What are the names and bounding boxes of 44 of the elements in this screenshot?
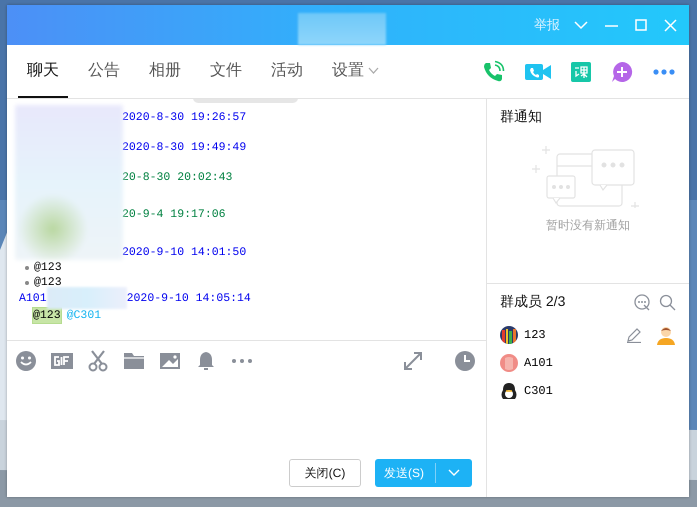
message-timestamp: 2020-9-10 14:05:14: [126, 290, 251, 306]
close-icon[interactable]: [664, 18, 677, 32]
section-title: 群通知: [500, 108, 543, 126]
message-timestamp: 20-9-4 19:17:06: [122, 208, 226, 221]
gif-icon[interactable]: [51, 350, 73, 372]
tab[interactable]: 相册: [140, 45, 190, 98]
member-name[interactable]: A101: [524, 356, 553, 370]
mention-text: @C301: [66, 308, 102, 323]
add-app-icon[interactable]: [611, 60, 633, 82]
tab[interactable]: 设置: [323, 45, 388, 98]
video-call-icon[interactable]: [525, 62, 551, 82]
tab[interactable]: 活动: [262, 45, 312, 98]
bullet-icon: [25, 266, 29, 270]
section-title: 群成员 2/3: [500, 293, 566, 311]
mention-text: @123: [33, 308, 61, 323]
maximize-icon[interactable]: [635, 19, 647, 31]
member-name[interactable]: C301: [524, 384, 553, 398]
close-button[interactable]: 关闭(C): [289, 459, 361, 487]
empty-notice-text: 暂时没有新通知: [545, 217, 631, 234]
message-timestamp: 2020-8-30 19:26:57: [122, 111, 246, 124]
clock-icon[interactable]: [454, 350, 476, 372]
bullet-icon: [25, 280, 29, 284]
message-timestamp: 2020-8-30 19:49:49: [122, 141, 246, 154]
folder-icon[interactable]: [123, 350, 145, 372]
mention-text: @123: [34, 275, 62, 290]
tab[interactable]: 公告: [79, 45, 129, 98]
edit-icon[interactable]: [626, 327, 642, 343]
more-icon[interactable]: [653, 68, 675, 74]
sender-name: A101: [19, 290, 47, 306]
caret-icon: [368, 66, 379, 74]
tab[interactable]: 文件: [201, 45, 251, 98]
scissors-icon[interactable]: [87, 350, 109, 372]
lesson-icon[interactable]: [571, 62, 591, 82]
mention-text: @123: [34, 260, 62, 275]
member-name[interactable]: 123: [524, 328, 546, 342]
search-icon[interactable]: [659, 294, 676, 310]
image-icon[interactable]: [159, 350, 181, 372]
message-timestamp: 2020-9-10 14:01:50: [122, 246, 246, 259]
chat-bubble-icon[interactable]: [634, 294, 651, 310]
tab[interactable]: 聊天: [18, 45, 68, 98]
emoji-icon[interactable]: [15, 350, 37, 372]
phone-icon[interactable]: [481, 60, 505, 84]
expand-icon[interactable]: [402, 350, 424, 372]
message-timestamp: 20-8-30 20:02:43: [122, 171, 232, 184]
